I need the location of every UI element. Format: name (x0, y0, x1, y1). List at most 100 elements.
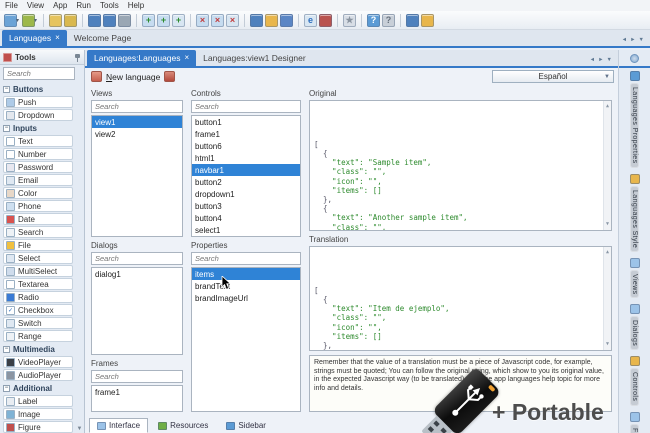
scrollbar[interactable]: ▲ ▼ (603, 101, 611, 230)
list-item[interactable]: html1 (192, 152, 300, 164)
dock-tab[interactable]: Views (629, 257, 640, 299)
delete-language-icon[interactable] (164, 71, 176, 82)
dock-tab[interactable]: Dialogs (629, 304, 640, 351)
tool-entry[interactable]: − Buttons (3, 83, 84, 96)
tool-entry[interactable]: − Inputs (3, 122, 84, 135)
tool-entry[interactable]: Number (3, 148, 73, 160)
document-tab[interactable]: Languages × (2, 30, 67, 46)
list-item[interactable]: frame1 (92, 386, 182, 398)
toolbar-button[interactable]: e (304, 13, 318, 27)
toolbar-button[interactable]: ? (367, 13, 381, 27)
language-select[interactable]: Español ▼ (492, 70, 614, 83)
toolbar-button[interactable] (88, 13, 102, 27)
toolbar-button[interactable] (250, 13, 264, 27)
dock-tab[interactable]: Controls (629, 356, 640, 406)
close-icon[interactable]: × (55, 34, 60, 42)
dock-tab[interactable]: Frames (629, 411, 640, 433)
toolbar-button[interactable] (319, 13, 333, 27)
toolbar-button[interactable] (280, 13, 294, 27)
tool-entry[interactable]: Textarea (3, 278, 73, 290)
tool-entry[interactable]: Phone (3, 200, 73, 212)
tools-panel-header[interactable]: Tools (0, 50, 84, 65)
tool-entry[interactable]: Dropdown (3, 109, 73, 121)
new-language-button[interactable]: New language (106, 72, 160, 82)
toolbar-button[interactable]: ▾ (22, 13, 38, 27)
gear-icon[interactable] (630, 53, 639, 63)
list-item[interactable]: button2 (192, 176, 300, 188)
list-item[interactable]: items (192, 268, 300, 280)
bottom-tab[interactable]: Resources (150, 418, 216, 433)
list-item[interactable]: button4 (192, 212, 300, 224)
collapse-icon[interactable]: − (3, 346, 10, 353)
translation-code[interactable]: ▲ ▼ [ { "text": "Item de ejemplo", "class… (309, 246, 612, 351)
tool-entry[interactable]: MultiSelect (3, 265, 73, 277)
tool-entry[interactable]: ✓ Checkbox (3, 304, 73, 316)
tool-entry[interactable]: Date (3, 213, 73, 225)
chevron-down-icon[interactable]: ▾ (34, 17, 37, 24)
tool-entry[interactable]: File (3, 239, 73, 251)
list-item[interactable]: brandText (192, 280, 300, 292)
editor-tab[interactable]: Languages:Languages × (87, 50, 197, 66)
toolbar-button[interactable]: + (157, 13, 171, 27)
list-item[interactable]: button6 (192, 140, 300, 152)
controls-search-input[interactable] (191, 100, 301, 113)
toolbar-button[interactable]: × (196, 13, 210, 27)
tool-entry[interactable]: Select (3, 252, 73, 264)
tool-entry[interactable]: Switch (3, 317, 73, 329)
frames-search-input[interactable] (91, 370, 183, 383)
list-item[interactable]: navbar1 (192, 164, 300, 176)
tool-entry[interactable]: Label (3, 395, 73, 407)
editor-tab-scroll-controls[interactable]: ◄ ► ▼ (590, 57, 618, 66)
toolbar-button[interactable]: × (226, 13, 240, 27)
collapse-icon[interactable]: − (3, 385, 10, 392)
editor-tab[interactable]: Languages:view1 Designer (196, 50, 317, 66)
list-item[interactable]: button1 (192, 116, 300, 128)
list-item[interactable]: select1 (192, 224, 300, 236)
bottom-tab[interactable]: Sidebar (218, 418, 274, 433)
tool-entry[interactable]: Search (3, 226, 73, 238)
toolbar-button[interactable]: + (142, 13, 156, 27)
menu-item[interactable]: View (27, 1, 44, 10)
toolbar-button[interactable] (49, 13, 63, 27)
tool-entry[interactable]: VideoPlayer (3, 356, 73, 368)
list-item[interactable]: button3 (192, 200, 300, 212)
tool-entry[interactable]: − Additional (3, 382, 84, 395)
list-item[interactable]: brandImageUrl (192, 292, 300, 304)
toolbar-button[interactable] (118, 13, 132, 27)
tool-entry[interactable]: AudioPlayer (3, 369, 73, 381)
tool-entry[interactable]: Email (3, 174, 73, 186)
list-item[interactable]: view1 (92, 116, 182, 128)
toolbar-button[interactable] (64, 13, 78, 27)
bottom-tab[interactable]: Interface (89, 418, 149, 433)
new-language-icon[interactable] (91, 71, 102, 82)
menu-item[interactable]: Run (76, 1, 91, 10)
views-search-input[interactable] (91, 100, 183, 113)
menu-item[interactable]: App (53, 1, 67, 10)
original-code[interactable]: ▲ ▼ [ { "text": "Sample item", "class": "… (309, 100, 612, 231)
tab-scroll-controls[interactable]: ◄ ► ▼ (622, 37, 650, 46)
list-item[interactable]: view2 (92, 128, 182, 140)
tool-entry[interactable]: Range (3, 330, 73, 342)
chevron-down-icon[interactable]: ▾ (16, 17, 19, 24)
list-item[interactable]: dropdown1 (192, 188, 300, 200)
dock-tab[interactable]: Languages Properties (629, 71, 640, 168)
dock-tab[interactable]: Languages Style (629, 173, 640, 252)
tool-entry[interactable]: − Multimedia (3, 343, 84, 356)
tool-entry[interactable]: Text (3, 135, 73, 147)
menu-item[interactable]: Tools (100, 1, 119, 10)
tools-scrollbar[interactable]: ▼ (75, 82, 84, 433)
scrollbar[interactable]: ▲ ▼ (603, 247, 611, 350)
collapse-icon[interactable]: − (3, 125, 10, 132)
tools-search-input[interactable] (3, 67, 75, 80)
tool-entry[interactable]: Password (3, 161, 73, 173)
toolbar-button[interactable]: + (172, 13, 186, 27)
toolbar-button[interactable] (103, 13, 117, 27)
list-item[interactable]: dialog1 (92, 268, 182, 280)
dialogs-search-input[interactable] (91, 252, 183, 265)
toolbar-button[interactable] (406, 13, 420, 27)
menu-item[interactable]: File (5, 1, 18, 10)
toolbar-button[interactable]: ? (382, 13, 396, 27)
tool-entry[interactable]: Color (3, 187, 73, 199)
toolbar-button[interactable]: × (211, 13, 225, 27)
pin-icon[interactable] (74, 53, 81, 62)
